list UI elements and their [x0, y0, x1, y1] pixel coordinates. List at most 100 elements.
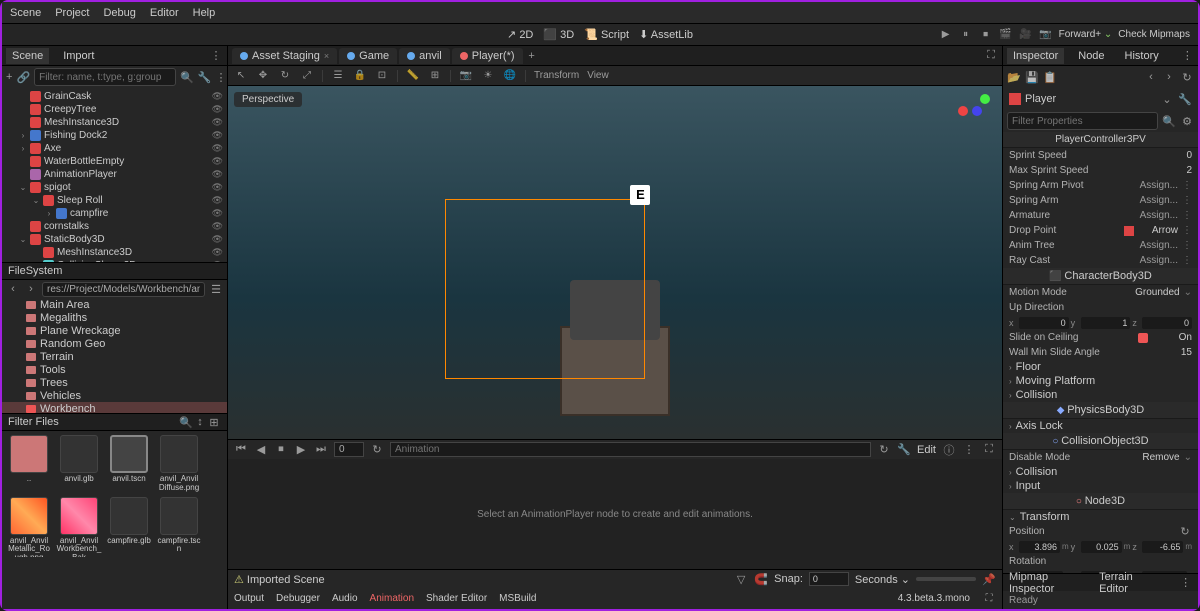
- tab-output[interactable]: Output: [234, 593, 264, 604]
- move-tool-icon[interactable]: ✥: [256, 69, 270, 83]
- folder-terrain[interactable]: Terrain: [2, 350, 227, 363]
- folder-trees[interactable]: Trees: [2, 376, 227, 389]
- movie-icon[interactable]: 🎥: [1019, 28, 1033, 42]
- link-icon[interactable]: 🔗: [16, 70, 30, 84]
- tree-node-waterbottleempty[interactable]: WaterBottleEmpty👁: [2, 155, 227, 168]
- axis-gizmo[interactable]: [958, 94, 994, 130]
- scene-tab-game[interactable]: Game: [339, 48, 397, 64]
- slide-ceiling-checkbox[interactable]: [1138, 333, 1148, 343]
- tree-node-meshinstance3d[interactable]: MeshInstance3D👁: [2, 116, 227, 129]
- up-y[interactable]: 1: [1081, 317, 1131, 329]
- tree-node-staticbody3d[interactable]: ⌄StaticBody3D👁: [2, 233, 227, 246]
- search-icon[interactable]: 🔍: [180, 70, 194, 84]
- anim-edit-button[interactable]: Edit: [917, 444, 936, 456]
- armature-assign[interactable]: Assign...: [1140, 210, 1178, 221]
- anim-stop-icon[interactable]: ⏹: [274, 443, 288, 457]
- sort-icon[interactable]: ↕: [193, 415, 207, 429]
- thumb-campfire-glb[interactable]: campfire.glb: [106, 497, 152, 557]
- section-player-controller[interactable]: PlayerController3PV: [1003, 132, 1198, 148]
- thumb-anvil-anvil-workbench-bak[interactable]: anvil_Anvil Workbench_Bak: [56, 497, 102, 557]
- anim-first-icon[interactable]: ⏮: [234, 443, 248, 457]
- renderer-dropdown[interactable]: Forward+ ⌄: [1059, 29, 1113, 40]
- tree-node-campfire[interactable]: ›campfire👁: [2, 207, 227, 220]
- mode-3d[interactable]: ⬛ 3D: [543, 28, 574, 41]
- tab-shader-editor[interactable]: Shader Editor: [426, 593, 487, 604]
- folder-main-area[interactable]: Main Area: [2, 298, 227, 311]
- section-characterbody3d[interactable]: ⬛ CharacterBody3D: [1003, 268, 1198, 285]
- path-input[interactable]: [42, 282, 205, 297]
- spring-arm-assign[interactable]: Assign...: [1140, 195, 1178, 206]
- thumb-anvil-anvil-metallic-rough-png[interactable]: anvil_Anvil Metallic_Rough.png: [6, 497, 52, 557]
- scale-tool-icon[interactable]: ⤢: [300, 69, 314, 83]
- filter-search-icon[interactable]: 🔍: [1162, 114, 1176, 128]
- pos-x[interactable]: 3.896: [1019, 541, 1060, 553]
- camera-tool-icon[interactable]: 📷: [459, 69, 473, 83]
- fold-floor[interactable]: Floor: [1016, 361, 1041, 373]
- pin-icon[interactable]: 📌: [982, 572, 996, 586]
- max-sprint-value[interactable]: 2: [1152, 165, 1192, 176]
- node-tool-icon[interactable]: 🔧: [1178, 92, 1192, 106]
- add-tab-icon[interactable]: +: [525, 49, 539, 63]
- property-filter-input[interactable]: [1007, 112, 1158, 130]
- drop-point-value[interactable]: Arrow: [1138, 225, 1178, 236]
- spring-pivot-assign[interactable]: Assign...: [1140, 180, 1178, 191]
- transform-menu[interactable]: Transform: [534, 70, 579, 81]
- mode-script[interactable]: 📜 Script: [584, 28, 629, 41]
- scene-tree[interactable]: GrainCask👁CreepyTree👁MeshInstance3D👁›Fis…: [2, 88, 227, 262]
- thumb--[interactable]: ..: [6, 435, 52, 493]
- check-mipmaps-button[interactable]: Check Mipmaps: [1118, 29, 1190, 40]
- select-tool-icon[interactable]: ↖: [234, 69, 248, 83]
- ruler-icon[interactable]: 📏: [406, 69, 420, 83]
- list-icon[interactable]: ☰: [331, 69, 345, 83]
- chevron-down-icon[interactable]: ⌄: [1160, 92, 1174, 106]
- folder-workbench[interactable]: Workbench: [2, 402, 227, 413]
- tab-animation[interactable]: Animation: [370, 593, 414, 604]
- tree-node-sleep-roll[interactable]: ⌄Sleep Roll👁: [2, 194, 227, 207]
- ray-cast-assign[interactable]: Assign...: [1140, 255, 1178, 266]
- thumb-campfire-tscn[interactable]: campfire.tscn: [156, 497, 202, 557]
- mode-assetlib[interactable]: ⬇ AssetLib: [639, 28, 693, 41]
- scene-filter-input[interactable]: [34, 68, 176, 86]
- fold-collision1[interactable]: Collision: [1016, 389, 1058, 401]
- tree-node-animationplayer[interactable]: AnimationPlayer👁: [2, 168, 227, 181]
- tree-node-axe[interactable]: ›Axe👁: [2, 142, 227, 155]
- insp-back-icon[interactable]: ‹: [1144, 70, 1158, 84]
- tab-scene[interactable]: Scene: [6, 48, 49, 64]
- tab-debugger[interactable]: Debugger: [276, 593, 320, 604]
- rotate-tool-icon[interactable]: ↻: [278, 69, 292, 83]
- tree-node-graincask[interactable]: GrainCask👁: [2, 90, 227, 103]
- gizmo-z-icon[interactable]: [972, 106, 982, 116]
- wrench-icon[interactable]: 🔧: [198, 70, 212, 84]
- tab-msbuild[interactable]: MSBuild: [499, 593, 536, 604]
- play-icon[interactable]: ▶: [939, 28, 953, 42]
- insp-save-icon[interactable]: 💾: [1025, 70, 1039, 84]
- up-x[interactable]: 0: [1019, 317, 1069, 329]
- reset-position-icon[interactable]: ↻: [1178, 525, 1192, 539]
- menu-help[interactable]: Help: [193, 7, 216, 19]
- fwd-icon[interactable]: ›: [24, 282, 38, 296]
- pause-icon[interactable]: ⏸: [959, 28, 973, 42]
- filter-icon[interactable]: ▽: [734, 572, 748, 586]
- collapse-icon[interactable]: ☰: [209, 282, 223, 296]
- back-icon[interactable]: ‹: [6, 282, 20, 296]
- btm-dock-icon[interactable]: ⋮: [1179, 576, 1192, 590]
- folder-megaliths[interactable]: Megaliths: [2, 311, 227, 324]
- fold-input[interactable]: Input: [1016, 480, 1040, 492]
- search-files-icon[interactable]: 🔍: [179, 415, 193, 429]
- scene-tab-asset-staging[interactable]: Asset Staging×: [232, 48, 337, 64]
- thumb-anvil-glb[interactable]: anvil.glb: [56, 435, 102, 493]
- anim-prev-icon[interactable]: ◀: [254, 443, 268, 457]
- tree-node-spigot[interactable]: ⌄spigot👁: [2, 181, 227, 194]
- gizmo-x-icon[interactable]: [958, 106, 968, 116]
- folder-list[interactable]: Main AreaMegalithsPlane WreckageRandom G…: [2, 298, 227, 413]
- anim-loop-icon[interactable]: ↻: [370, 443, 384, 457]
- gizmo-y-icon[interactable]: [980, 94, 990, 104]
- section-physicsbody3d[interactable]: ◆ PhysicsBody3D: [1003, 402, 1198, 419]
- tree-node-fishing-dock2[interactable]: ›Fishing Dock2👁: [2, 129, 227, 142]
- thumb-anvil-anvil-diffuse-png[interactable]: anvil_Anvil Diffuse.png: [156, 435, 202, 493]
- sun-icon[interactable]: ☀: [481, 69, 495, 83]
- motion-mode-value[interactable]: Grounded: [1135, 287, 1179, 298]
- dock-right-icon[interactable]: ⋮: [1181, 49, 1194, 63]
- snap-toggle-icon[interactable]: 🧲: [754, 572, 768, 586]
- distraction-free-icon[interactable]: ⛶: [984, 49, 998, 63]
